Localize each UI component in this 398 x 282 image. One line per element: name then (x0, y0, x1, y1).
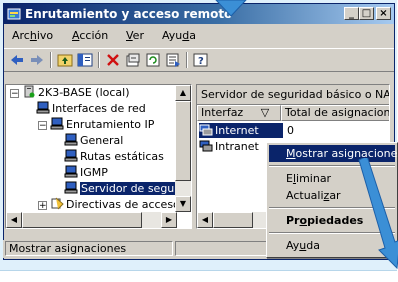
forward-icon[interactable] (28, 52, 46, 68)
list-cell-total: 0 (287, 124, 294, 137)
interface-icon (199, 124, 213, 136)
column-interfaz[interactable]: Interfaz ▽ (197, 105, 281, 121)
general-icon (64, 133, 78, 146)
delete-icon[interactable] (104, 52, 122, 68)
scroll-down-button[interactable]: ▼ (175, 196, 191, 212)
scroll-left-button[interactable]: ◀ (197, 212, 213, 228)
routing-app-icon (7, 8, 21, 20)
menu-ver[interactable]: Ver (126, 29, 144, 42)
toolbar-separator (98, 52, 100, 68)
tree-vertical-scrollbar[interactable]: ▲ ▼ (175, 85, 191, 212)
toolbar-separator (186, 52, 188, 68)
interface-icon (199, 140, 213, 152)
static-routes-icon (64, 149, 78, 162)
refresh-icon[interactable] (144, 52, 162, 68)
tree-item-server[interactable]: 2K3-BASE (local) (22, 85, 130, 101)
minimize-button[interactable]: _ (344, 7, 359, 20)
tree-expand-toggle[interactable]: + (38, 201, 47, 211)
close-button[interactable]: × (376, 7, 391, 20)
column-total-asignaciones[interactable]: Total de asignaciones (281, 105, 389, 121)
show-hide-tree-icon[interactable] (76, 52, 94, 68)
console-tree[interactable]: − 2K3-BASE (local) Interfaces de red − E… (5, 84, 192, 229)
network-interfaces-icon (36, 101, 50, 114)
scroll-left-button[interactable]: ◀ (6, 212, 22, 228)
status-panel (175, 241, 267, 256)
svg-text:?: ? (198, 56, 204, 67)
window-title: Enrutamiento y acceso remoto (25, 7, 233, 21)
tree-item-interfaces[interactable]: Interfaces de red (36, 101, 146, 117)
tutorial-arrow-icon (215, 0, 247, 17)
title-bar[interactable]: Enrutamiento y acceso remoto _ □ × (4, 4, 394, 24)
tree-item-static-routes[interactable]: Rutas estáticas (64, 149, 164, 165)
menu-accion[interactable]: Acción (72, 29, 108, 42)
tree-item-ip-routing[interactable]: Enrutamiento IP (50, 117, 154, 133)
properties-icon[interactable] (124, 52, 142, 68)
list-item-intranet[interactable]: Intranet (199, 139, 259, 154)
tutorial-arrow-icon (358, 158, 398, 270)
toolbar-separator (50, 52, 52, 68)
menu-bar: Archivo Acción Ver Ayuda (4, 26, 394, 46)
scroll-right-button[interactable]: ▶ (161, 212, 177, 228)
help-icon[interactable]: ? (192, 52, 210, 68)
sort-indicator-icon: ▽ (260, 106, 270, 119)
up-folder-icon[interactable] (56, 52, 74, 68)
details-header: Servidor de seguridad básico o NAT (197, 85, 389, 105)
list-item-internet[interactable]: Internet (199, 123, 283, 138)
access-policies-icon (51, 197, 64, 210)
back-icon[interactable] (8, 52, 26, 68)
export-list-icon[interactable] (164, 52, 182, 68)
scroll-thumb[interactable] (175, 101, 191, 181)
igmp-icon (64, 165, 78, 178)
status-text: Mostrar asignaciones (5, 241, 173, 256)
maximize-button[interactable]: □ (359, 7, 374, 20)
scroll-up-button[interactable]: ▲ (175, 85, 191, 101)
tree-item-access-policies[interactable]: Directivas de acceso (50, 197, 180, 213)
scroll-thumb[interactable] (213, 212, 253, 228)
ip-routing-icon (50, 117, 64, 130)
tree-item-nat-server[interactable]: Servidor de segu (64, 181, 176, 197)
tree-collapse-toggle[interactable]: − (38, 121, 47, 131)
tree-horizontal-scrollbar[interactable]: ◀ ▶ (6, 212, 177, 228)
scroll-thumb[interactable] (22, 212, 142, 228)
menu-archivo[interactable]: Archivo (12, 29, 53, 42)
tree-item-igmp[interactable]: IGMP (64, 165, 108, 181)
menu-ayuda[interactable]: Ayuda (162, 29, 196, 42)
tree-collapse-toggle[interactable]: − (10, 89, 19, 99)
tree-item-general[interactable]: General (64, 133, 123, 149)
server-icon (24, 85, 35, 98)
tutorial-stage: Enrutamiento y acceso remoto _ □ × Archi… (0, 0, 398, 282)
nat-server-icon (64, 181, 78, 194)
toolbar: ? (4, 48, 394, 72)
